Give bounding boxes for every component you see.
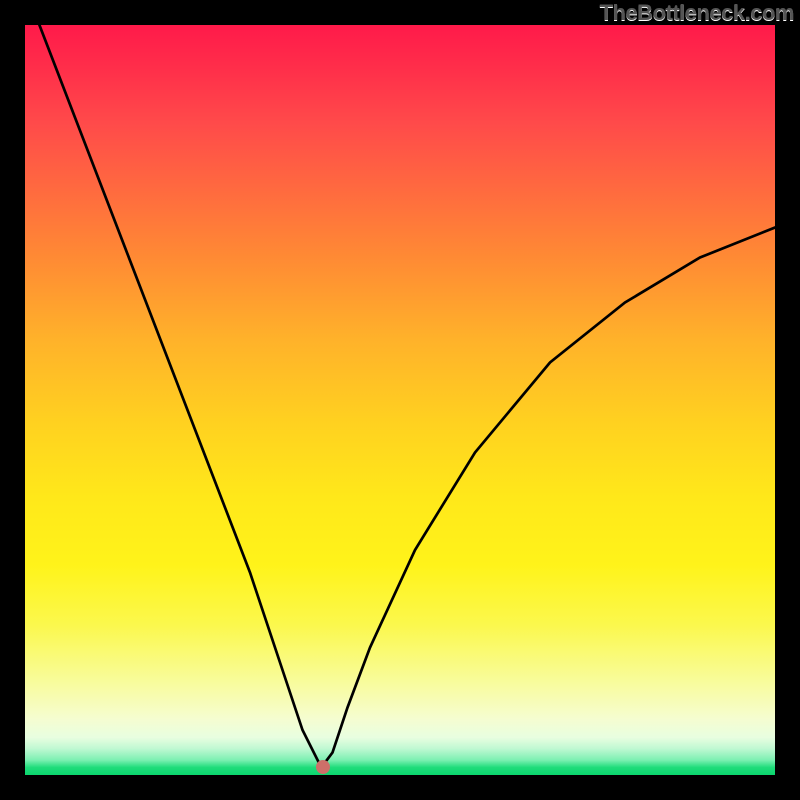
watermark-text: TheBottleneck.com bbox=[600, 0, 794, 26]
plot-area bbox=[25, 25, 775, 775]
chart-stage: TheBottleneck.com bbox=[0, 0, 800, 800]
bottleneck-curve bbox=[25, 25, 775, 768]
curve-svg bbox=[25, 25, 775, 775]
optimal-point-marker bbox=[316, 760, 330, 774]
chart-frame: TheBottleneck.com bbox=[0, 0, 800, 800]
